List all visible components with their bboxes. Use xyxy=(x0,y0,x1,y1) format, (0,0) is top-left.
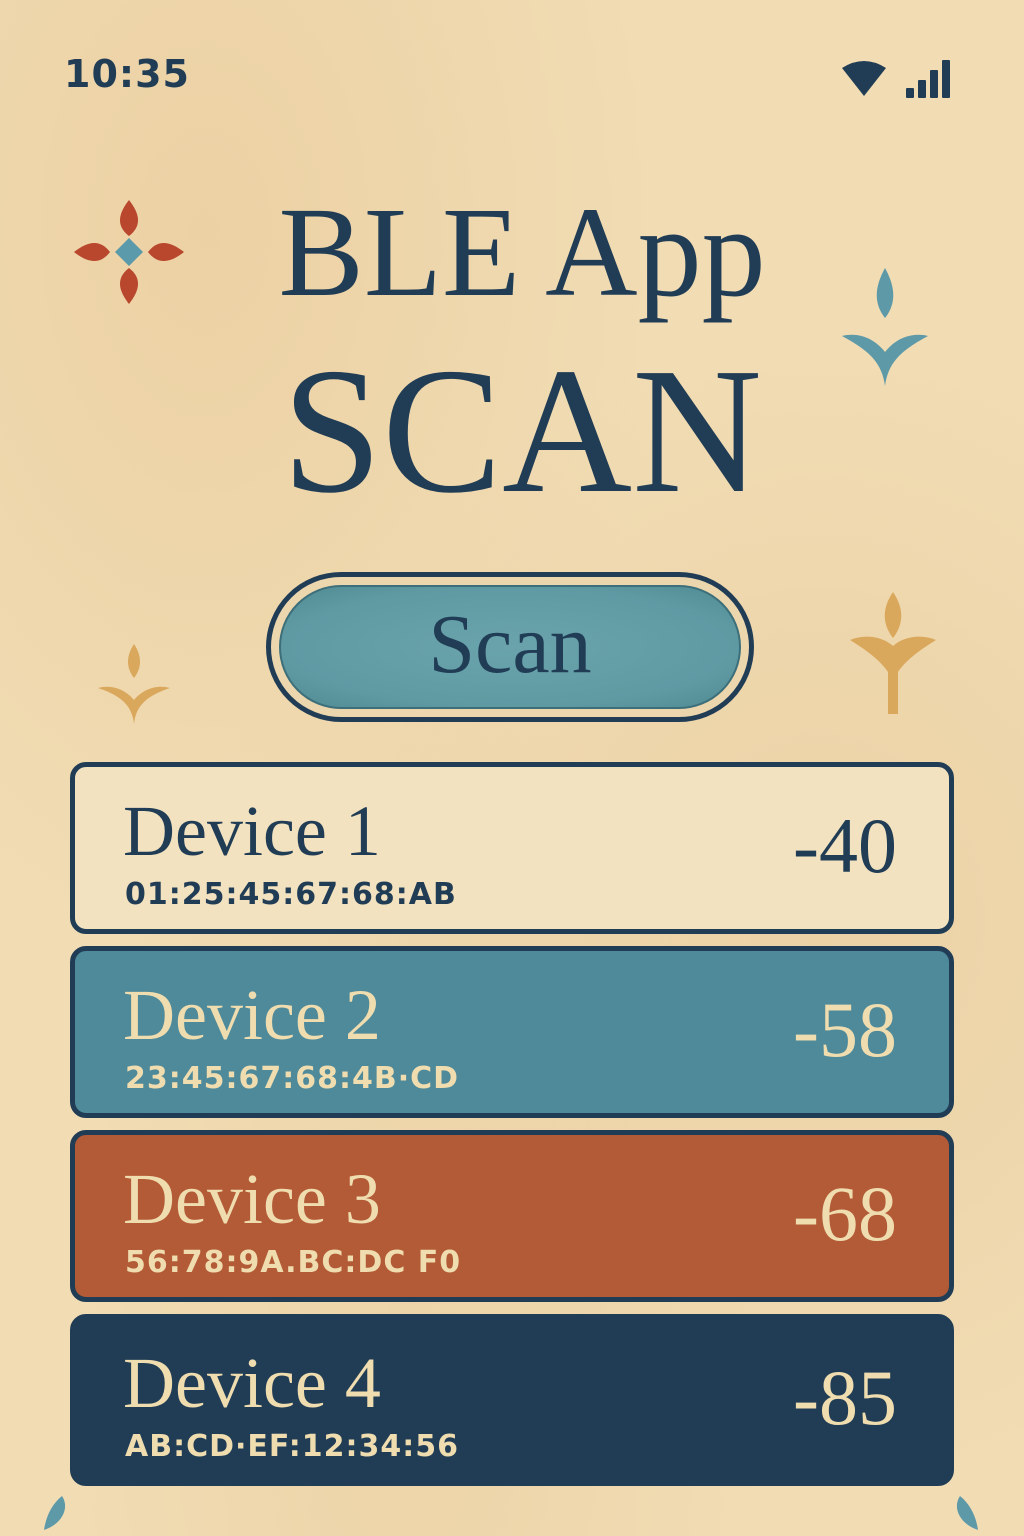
gold-fleur-ornament-right-icon xyxy=(850,592,936,714)
device-card-1[interactable]: Device 1 01:25:45:67:68:AB -40 xyxy=(70,762,954,934)
device-name: Device 4 xyxy=(123,1343,381,1423)
device-card-3[interactable]: Device 3 56:78:9A.BC:DC F0 -68 xyxy=(70,1130,954,1302)
device-name: Device 2 xyxy=(123,975,381,1055)
device-name: Device 3 xyxy=(123,1159,381,1239)
device-card-2[interactable]: Device 2 23:45:67:68:4B·CD -58 xyxy=(70,946,954,1118)
device-rssi: -68 xyxy=(793,1170,897,1257)
status-icons xyxy=(842,60,950,98)
page-title: SCAN xyxy=(281,331,763,530)
device-mac-address: AB:CD·EF:12:34:56 xyxy=(125,1429,459,1464)
device-mac-address: 01:25:45:67:68:AB xyxy=(125,877,457,912)
device-rssi: -58 xyxy=(793,986,897,1073)
teal-leaf-bottom-right-icon xyxy=(956,1496,978,1530)
device-mac-address: 23:45:67:68:4B·CD xyxy=(125,1061,460,1096)
app-title: BLE App xyxy=(278,181,766,323)
teal-leaf-bottom-left-icon xyxy=(44,1496,66,1530)
device-card-4[interactable]: Device 4 AB:CD·EF:12:34:56 -85 xyxy=(70,1314,954,1486)
scan-button[interactable]: Scan xyxy=(266,572,754,722)
device-mac-address: 56:78:9A.BC:DC F0 xyxy=(125,1245,462,1280)
scan-button-label: Scan xyxy=(279,585,741,709)
wifi-icon xyxy=(842,61,886,96)
device-rssi: -85 xyxy=(793,1354,897,1441)
gold-fleur-ornament-left-icon xyxy=(98,644,170,724)
status-time: 10:35 xyxy=(64,52,190,96)
signal-icon xyxy=(906,60,950,98)
device-name: Device 1 xyxy=(123,791,381,871)
device-rssi: -40 xyxy=(793,802,897,889)
